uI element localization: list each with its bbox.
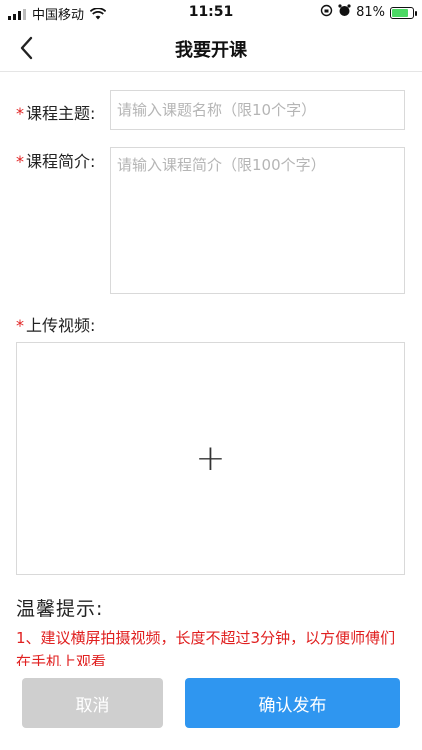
tips-title: 温馨提示: (16, 598, 104, 620)
nav-bar: 我要开课 (0, 24, 422, 72)
status-bar: 中国移动 11:51 81% (0, 0, 422, 24)
intro-textarea[interactable]: 请输入课程简介（限100个字） (110, 147, 405, 294)
required-mark: * (16, 316, 24, 335)
video-upload-area[interactable]: + (16, 342, 405, 575)
battery-fill (392, 8, 409, 17)
status-right: 81% (320, 4, 417, 21)
rotation-lock-icon (320, 4, 333, 21)
topic-label: * 课程主题: (16, 100, 95, 124)
cancel-button[interactable]: 取消 (22, 678, 163, 728)
plus-icon: + (195, 437, 226, 479)
page-title: 我要开课 (175, 40, 247, 61)
battery-percent: 81% (356, 5, 385, 20)
intro-label: * 课程简介: (16, 148, 95, 172)
video-label-text: 上传视频: (26, 316, 96, 335)
confirm-publish-button[interactable]: 确认发布 (185, 678, 400, 728)
battery-icon (390, 6, 417, 19)
topic-input[interactable]: 请输入课题名称（限10个字） (110, 90, 405, 130)
alarm-icon (338, 4, 351, 21)
tips-text: 1、建议横屏拍摄视频，长度不超过3分钟，以方便师傅们在手机上观看 (16, 629, 396, 666)
video-label: * 上传视频: (16, 312, 95, 336)
bottom-action-bar: 取消 确认发布 (0, 666, 422, 750)
required-mark: * (16, 152, 24, 171)
topic-label-text: 课程主题: (26, 104, 96, 123)
intro-label-text: 课程简介: (26, 152, 96, 171)
required-mark: * (16, 104, 24, 123)
